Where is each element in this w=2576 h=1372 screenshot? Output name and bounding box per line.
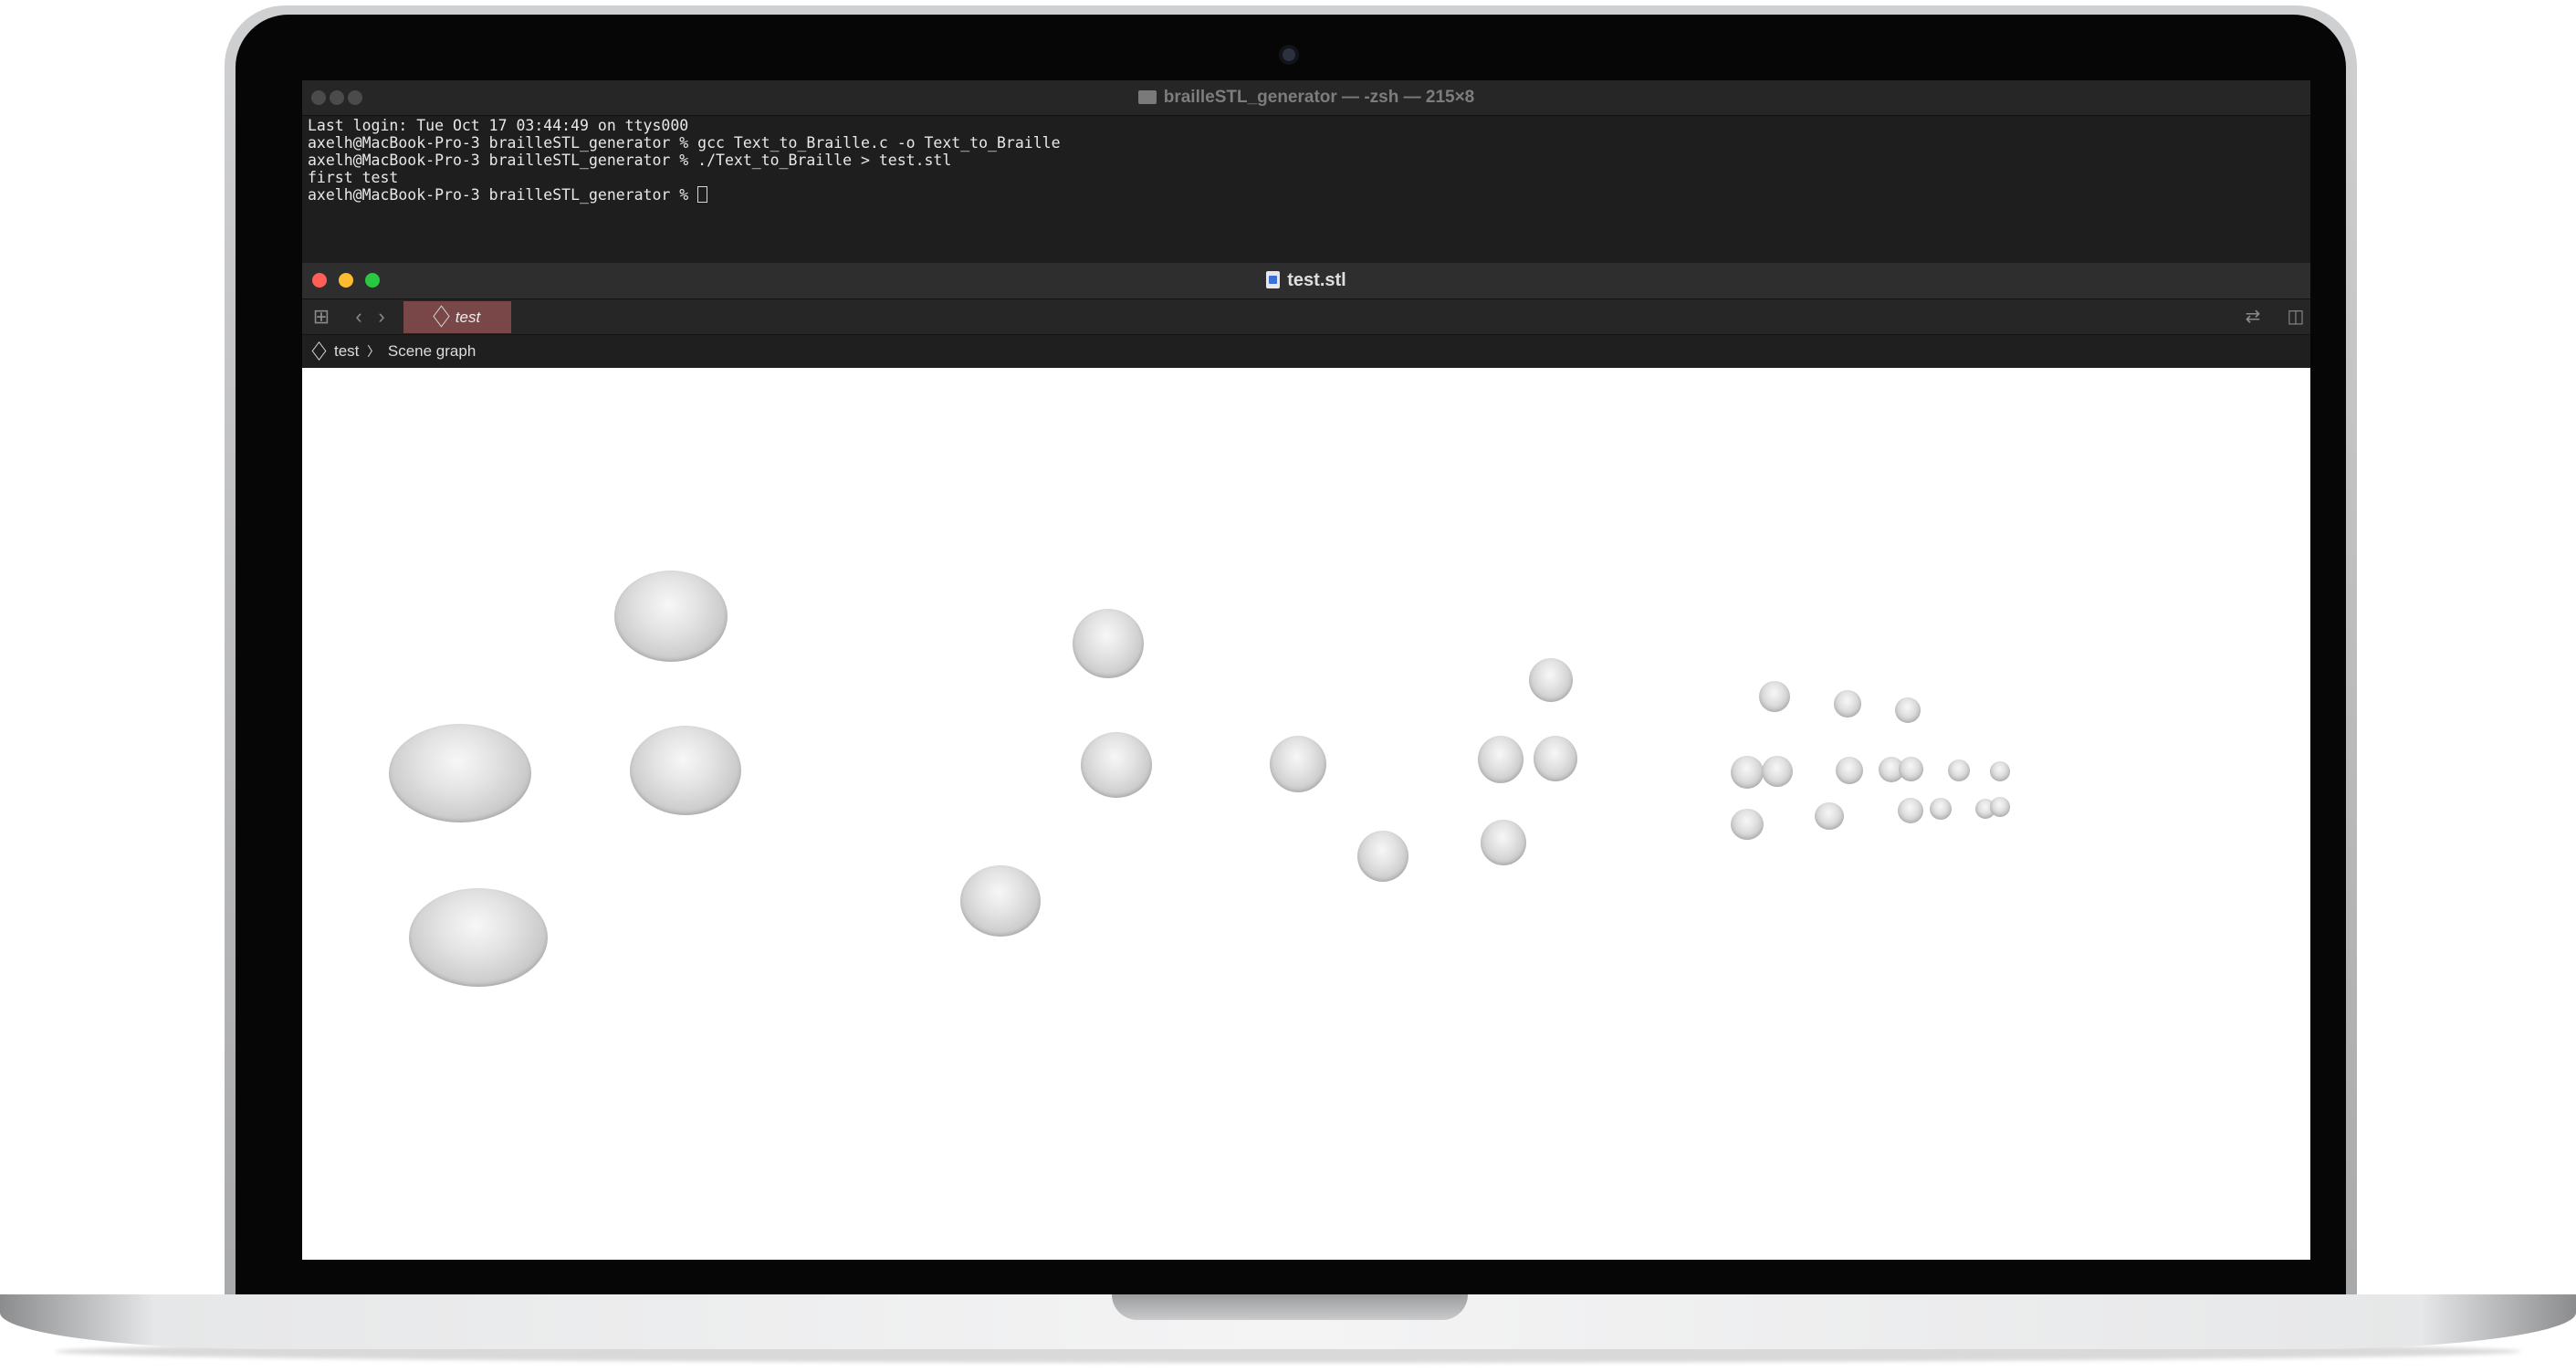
terminal-line: first test: [308, 169, 399, 186]
viewer-toolbar: ⊞ ‹ › test ⇄ ◫: [302, 299, 2310, 335]
grid-icon[interactable]: ⊞: [309, 299, 333, 334]
terminal-output[interactable]: Last login: Tue Oct 17 03:44:49 on ttys0…: [308, 117, 1061, 204]
cube-icon: [433, 305, 450, 328]
braille-dot: [1081, 732, 1152, 798]
braille-dot: [1990, 797, 2010, 817]
braille-dot: [1731, 809, 1764, 840]
braille-dot: [1990, 761, 2010, 781]
text-cursor: [697, 186, 708, 203]
breadcrumb-separator: 〉: [367, 344, 381, 359]
tab-test[interactable]: test: [403, 301, 511, 333]
braille-dot: [1948, 759, 1970, 781]
base-notch: [1112, 1294, 1468, 1320]
laptop-base: [0, 1294, 2576, 1372]
folder-icon: [1137, 90, 1157, 104]
terminal-titlebar: brailleSTL_generator — -zsh — 215×8: [302, 80, 2310, 116]
forward-icon[interactable]: ›: [372, 299, 391, 334]
terminal-prompt: axelh@MacBook-Pro-3 brailleSTL_generator…: [308, 186, 698, 204]
braille-dot: [1529, 658, 1573, 702]
braille-dot: [1930, 798, 1952, 820]
braille-dot: [1481, 820, 1526, 865]
braille-dot: [1270, 736, 1326, 792]
braille-dot: [1834, 690, 1861, 717]
terminal-title: brailleSTL_generator — -zsh — 215×8: [302, 80, 2310, 115]
viewer-title: test.stl: [302, 263, 2310, 298]
swap-icon[interactable]: ⇄: [2241, 299, 2265, 334]
terminal-title-text: brailleSTL_generator — -zsh — 215×8: [1163, 88, 1475, 107]
3d-scene-canvas[interactable]: [302, 368, 2310, 1260]
braille-dot: [1899, 757, 1923, 781]
braille-dot: [960, 865, 1041, 937]
braille-dot: [1478, 736, 1524, 783]
braille-dot: [409, 888, 548, 987]
braille-dot: [1731, 756, 1764, 789]
breadcrumb-current[interactable]: Scene graph: [388, 342, 476, 360]
viewer-titlebar: test.stl: [302, 263, 2310, 299]
cube-icon: [311, 341, 327, 361]
braille-dot: [1534, 736, 1577, 781]
terminal-prompt-line: axelh@MacBook-Pro-3 brailleSTL_generator…: [308, 186, 1061, 204]
screen: brailleSTL_generator — -zsh — 215×8 Last…: [302, 80, 2310, 1260]
terminal-line: axelh@MacBook-Pro-3 brailleSTL_generator…: [308, 134, 1061, 152]
braille-dot: [1762, 756, 1793, 787]
tab-label: test: [455, 309, 481, 326]
terminal-window: brailleSTL_generator — -zsh — 215×8 Last…: [302, 80, 2310, 263]
braille-dot: [1836, 757, 1863, 784]
inspector-icon[interactable]: ◫: [2284, 299, 2308, 334]
braille-dot: [1895, 697, 1921, 723]
braille-dot: [1898, 798, 1923, 823]
camera-icon: [1283, 48, 1295, 61]
breadcrumb: test 〉 Scene graph: [302, 335, 2310, 368]
braille-dot: [389, 724, 531, 822]
viewer-title-text: test.stl: [1287, 270, 1346, 290]
braille-dot: [614, 571, 728, 662]
stl-viewer-window: test.stl ⊞ ‹ › test ⇄ ◫ test 〉 Scene gra…: [302, 263, 2310, 1260]
braille-dot: [1815, 802, 1844, 830]
terminal-line: Last login: Tue Oct 17 03:44:49 on ttys0…: [308, 117, 689, 134]
braille-dot: [1357, 831, 1408, 882]
terminal-line: axelh@MacBook-Pro-3 brailleSTL_generator…: [308, 152, 952, 169]
braille-dot: [630, 726, 741, 815]
breadcrumb-root[interactable]: test: [334, 342, 359, 360]
document-icon: [1266, 271, 1281, 288]
braille-dot: [1073, 609, 1144, 678]
braille-dot: [1759, 681, 1790, 712]
back-icon[interactable]: ‹: [350, 299, 368, 334]
